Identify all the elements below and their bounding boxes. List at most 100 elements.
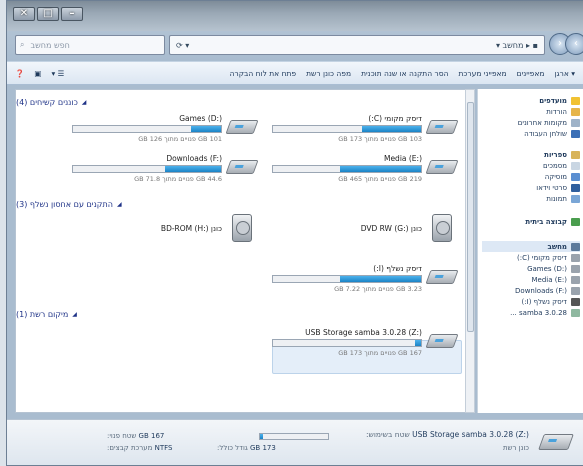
drive-icon xyxy=(571,253,580,262)
toolbar-properties[interactable]: מאפיינים xyxy=(517,69,545,78)
drive-d[interactable]: Games (D:) 101 GB פנויים מתוך 126 GB xyxy=(56,112,259,146)
group-network[interactable]: ◢ מיקום רשת (1) xyxy=(16,308,472,320)
content-pane: ◢ כוננים קשיחים (4) דיסק מקומי (C:) 103 G… xyxy=(15,89,471,413)
nav-computer[interactable]: מחשב xyxy=(482,241,580,252)
collapse-icon: ◢ xyxy=(72,310,77,318)
toolbar-open-control-panel[interactable]: פתח את לוח הבקרה xyxy=(230,69,297,78)
nav-drive-c[interactable]: דיסק מקומי (C:) xyxy=(482,252,580,263)
hard-drive-icon xyxy=(425,160,459,174)
nav-drive-d[interactable]: Games (D:) xyxy=(482,263,580,274)
homegroup-icon xyxy=(571,217,580,226)
nav-music[interactable]: מוסיקה xyxy=(482,171,580,182)
drive-f[interactable]: Downloads (F:) 44.6 GB פנויים מתוך 71.8 … xyxy=(56,152,259,186)
collapse-icon: ◢ xyxy=(81,98,87,106)
removable-drive-icon xyxy=(425,270,459,284)
usage-bar xyxy=(72,125,222,133)
nav-drive-i[interactable]: דיסק נשלף (I:) xyxy=(482,296,580,307)
drive-name: USB Storage samba 3.0.28 (Z:) xyxy=(305,328,422,337)
network-drive-large-icon xyxy=(537,430,574,456)
nav-recent[interactable]: מקומות אחרונים xyxy=(482,117,580,128)
nav-documents[interactable]: מסמכים xyxy=(482,160,580,171)
usage-fill xyxy=(260,434,263,439)
music-icon xyxy=(571,172,580,181)
nav-pictures[interactable]: תמונות xyxy=(482,193,580,204)
drive-i[interactable]: דיסק נשלף (I:) 3.23 GB פנויים מתוך 7.22 … xyxy=(256,262,459,296)
drive-c[interactable]: דיסק מקומי (C:) 103 GB פנויים מתוך 173 G… xyxy=(256,112,459,146)
computer-icon xyxy=(571,242,580,251)
network-drive-icon xyxy=(571,308,580,317)
optical-drive-icon xyxy=(232,214,252,242)
nav-drive-e[interactable]: Media (E:) xyxy=(482,274,580,285)
nav-libraries[interactable]: ספריות xyxy=(482,149,580,160)
optical-drive-icon xyxy=(432,214,452,242)
group-title: התקנים עם אחסון נשלף (3) xyxy=(16,199,113,209)
title-bar: ✕ □ – xyxy=(7,1,583,31)
search-box[interactable]: ⌕ חפש מחשב xyxy=(15,35,165,55)
group-hard-drives[interactable]: ◢ כוננים קשיחים (4) xyxy=(16,96,472,108)
details-total: 173 GB גודל כולל: xyxy=(217,444,276,452)
hard-drive-icon xyxy=(425,120,459,134)
hard-drive-icon xyxy=(225,120,259,134)
documents-icon xyxy=(571,161,580,170)
videos-icon xyxy=(571,183,580,192)
star-icon xyxy=(571,96,580,105)
maximize-icon: □ xyxy=(43,8,53,19)
hard-drive-icon xyxy=(225,160,259,174)
scroll-thumb[interactable] xyxy=(467,102,474,332)
forward-arrow-icon: › xyxy=(558,38,562,49)
nav-desktop[interactable]: שולחן העבודה xyxy=(482,128,580,139)
drive-z[interactable]: USB Storage samba 3.0.28 (Z:) 167 GB פנו… xyxy=(256,326,459,360)
nav-drive-f[interactable]: Downloads (F:) xyxy=(482,285,580,296)
drive-icon xyxy=(571,275,580,284)
toolbar-organize[interactable]: ארגן ▾ xyxy=(554,69,575,78)
usage-fill xyxy=(191,126,221,132)
maximize-button[interactable]: □ xyxy=(37,7,59,21)
drive-free: 3.23 GB פנויים מתוך 7.22 GB xyxy=(334,285,422,293)
help-icon[interactable]: ❓ xyxy=(15,69,24,78)
back-button[interactable]: ‹ xyxy=(565,33,583,55)
minimize-button[interactable]: – xyxy=(61,7,83,21)
usage-fill xyxy=(339,166,421,172)
address-path: ▾ מחשב ▸ ▪ xyxy=(495,40,538,50)
group-removable[interactable]: ◢ התקנים עם אחסון נשלף (3) xyxy=(16,198,472,210)
refresh-icon[interactable]: ⟳ ▾ xyxy=(176,41,189,50)
details-fs: NTFS מערכת קבצים: xyxy=(107,444,173,452)
toolbar-map-drive[interactable]: מפה כונן רשת xyxy=(306,69,351,78)
desktop-icon xyxy=(571,129,580,138)
nav-drive-z[interactable]: samba 3.0.28 ... xyxy=(482,307,580,318)
preview-pane-icon[interactable]: ▣ xyxy=(34,69,41,78)
toolbar-uninstall[interactable]: הסר התקנה או שנה תוכנית xyxy=(361,69,448,78)
views-icon[interactable]: ▾ ☰ xyxy=(51,69,64,78)
details-free: 167 GB שטח פנוי: xyxy=(107,432,165,440)
collapse-icon: ◢ xyxy=(116,200,122,208)
selected-type: כונן רשת xyxy=(502,444,529,452)
drive-name: Downloads (F:) xyxy=(166,154,222,163)
drive-e[interactable]: Media (E:) 219 GB פנויים מתוך 465 GB xyxy=(256,152,459,186)
nav-homegroup[interactable]: קבוצה ביתית xyxy=(482,216,580,227)
close-icon: ✕ xyxy=(19,8,29,19)
drive-h[interactable]: כונן BD-ROM (H:) xyxy=(56,214,256,248)
minimize-icon: – xyxy=(69,8,75,19)
details-usage-bar xyxy=(259,433,329,440)
drive-g[interactable]: כונן DVD RW (G:) xyxy=(256,214,456,248)
navigation-pane: מועדפים הורדות מקומות אחרונים שולחן העבו… xyxy=(477,89,583,413)
drive-name: Media (E:) xyxy=(383,154,422,163)
selected-name: USB Storage samba 3.0.28 (Z:) שטח בשימוש… xyxy=(366,430,529,439)
usage-bar xyxy=(72,165,222,173)
nav-videos[interactable]: סרטי וידאו xyxy=(482,182,580,193)
drive-name: Games (D:) xyxy=(179,114,222,123)
close-button[interactable]: ✕ xyxy=(13,7,35,21)
nav-favorites[interactable]: מועדפים xyxy=(482,95,580,106)
nav-downloads[interactable]: הורדות xyxy=(482,106,580,117)
drive-free: 167 GB פנויים מתוך 173 GB xyxy=(338,349,422,357)
pictures-icon xyxy=(571,194,580,203)
drive-icon xyxy=(571,264,580,273)
nav-scrollbar[interactable] xyxy=(465,89,475,413)
address-row: ⌕ חפש מחשב ⟳ ▾ ▾ מחשב ▸ ▪ xyxy=(15,35,545,55)
address-bar[interactable]: ⟳ ▾ ▾ מחשב ▸ ▪ xyxy=(169,35,545,55)
drive-free: 219 GB פנויים מתוך 465 GB xyxy=(338,175,422,183)
search-icon: ⌕ xyxy=(20,40,25,49)
usage-bar xyxy=(272,275,422,283)
toolbar-system-props[interactable]: מאפייני מערכת xyxy=(459,69,507,78)
drive-name: כונן BD-ROM (H:) xyxy=(160,224,222,233)
